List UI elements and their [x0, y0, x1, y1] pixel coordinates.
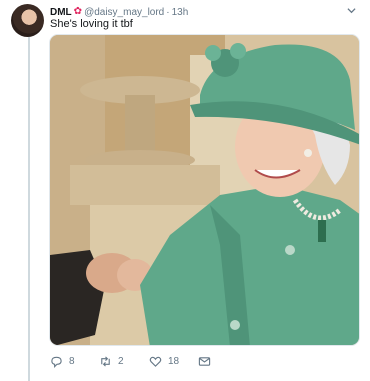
chevron-down-icon[interactable] [347, 6, 356, 15]
separator-dot: · [166, 6, 170, 18]
avatar[interactable] [11, 4, 44, 37]
tweet-text: She's loving it tbf [50, 18, 133, 30]
like-count: 18 [168, 356, 180, 367]
retweet-button[interactable]: 2 [99, 355, 124, 368]
thread-line [28, 36, 30, 381]
reply-icon [51, 356, 62, 368]
tweet-image[interactable] [49, 34, 360, 346]
tweet-header: DML ✿ @daisy_may_lord · 13h [50, 5, 188, 19]
timestamp[interactable]: 13h [172, 7, 189, 18]
user-handle[interactable]: @daisy_may_lord [84, 7, 164, 18]
photo-illustration [50, 35, 359, 345]
direct-message-button[interactable] [198, 355, 211, 368]
tweet-actions: 8 2 18 [50, 355, 350, 371]
display-name[interactable]: DML [50, 7, 72, 18]
reply-button[interactable]: 8 [50, 355, 75, 368]
heart-icon [149, 356, 162, 367]
envelope-icon [198, 357, 211, 366]
retweet-count: 2 [118, 356, 124, 367]
retweet-icon [101, 356, 110, 367]
like-button[interactable]: 18 [149, 355, 179, 368]
flower-emoji-icon: ✿ [73, 6, 83, 17]
reply-count: 8 [69, 356, 75, 367]
